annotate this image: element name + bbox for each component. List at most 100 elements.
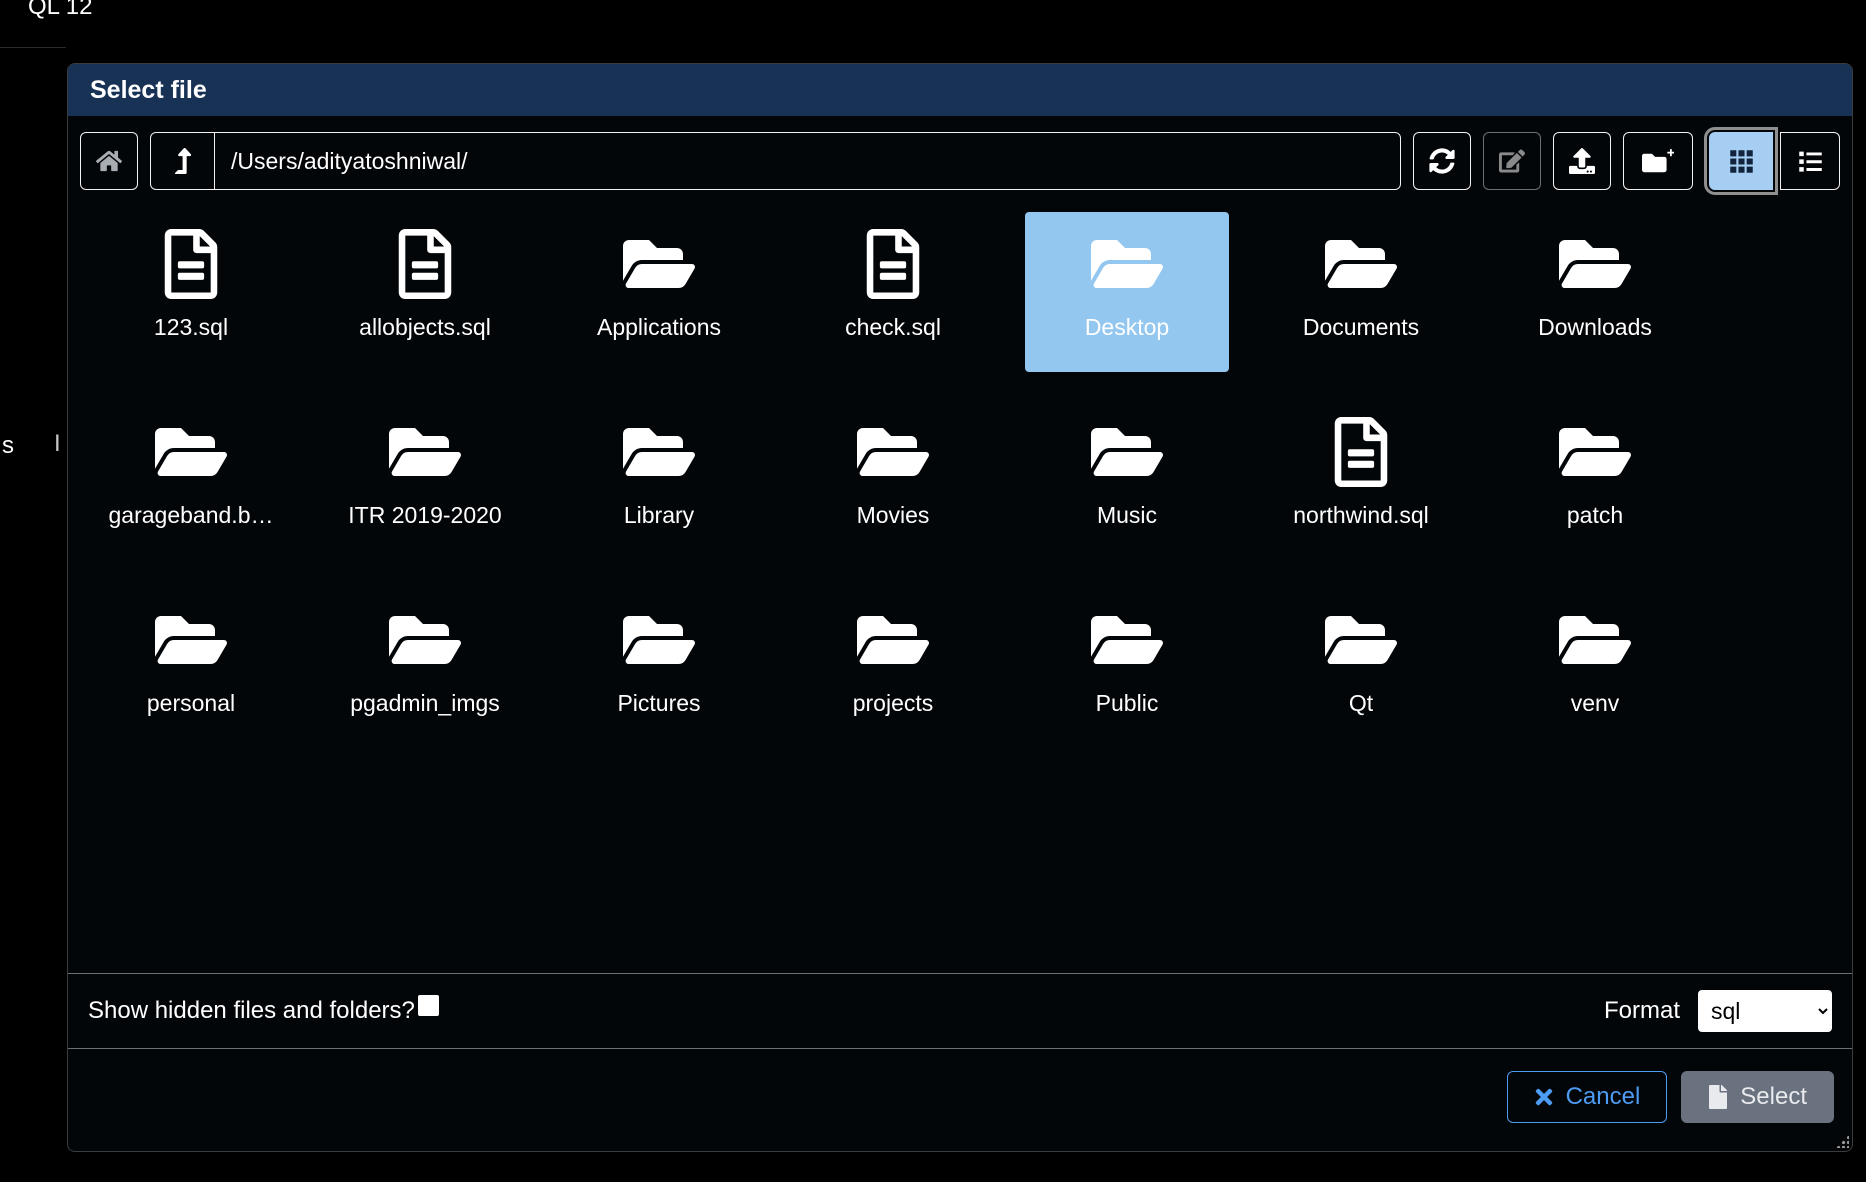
grid-view-button[interactable]	[1709, 132, 1773, 190]
upload-button[interactable]	[1553, 132, 1611, 190]
folder-icon	[1321, 232, 1401, 296]
create-folder-button[interactable]	[1623, 132, 1693, 190]
level-up-icon	[173, 148, 193, 174]
show-hidden-checkbox[interactable]	[418, 995, 439, 1016]
dialog-header: Select file	[68, 64, 1852, 116]
file-item[interactable]: venv	[1493, 588, 1697, 748]
folder-plus-icon	[1642, 148, 1674, 175]
file-item-label: Documents	[1303, 314, 1419, 341]
folder-icon	[853, 420, 933, 484]
rename-button[interactable]	[1483, 132, 1541, 190]
file-item-label: allobjects.sql	[359, 314, 491, 341]
file-item-label: garageband.b…	[109, 502, 274, 529]
home-icon	[96, 148, 122, 174]
file-icon	[398, 229, 452, 299]
path-input[interactable]	[215, 133, 1400, 189]
list-view-icon	[1797, 148, 1824, 175]
file-icon	[1708, 1085, 1728, 1109]
file-item-label: venv	[1571, 690, 1620, 717]
file-icon	[164, 229, 218, 299]
file-item[interactable]: Applications	[557, 212, 761, 372]
upload-icon	[1569, 148, 1595, 174]
dialog-footer: Cancel Select	[68, 1048, 1852, 1151]
file-grid: 123.sql allobjects.sql Applications chec…	[68, 204, 1852, 973]
folder-icon	[1555, 420, 1635, 484]
file-item[interactable]: Music	[1025, 400, 1229, 560]
path-group	[150, 132, 1401, 190]
folder-icon	[151, 608, 231, 672]
file-toolbar	[68, 116, 1852, 204]
file-item-label: Pictures	[617, 690, 700, 717]
file-icon	[1334, 417, 1388, 487]
folder-icon	[853, 608, 933, 672]
folder-icon	[385, 608, 465, 672]
select-button[interactable]: Select	[1681, 1071, 1834, 1123]
file-icon	[866, 229, 920, 299]
file-item-label: 123.sql	[154, 314, 228, 341]
file-item[interactable]: Desktop	[1025, 212, 1229, 372]
file-item-label: projects	[853, 690, 934, 717]
refresh-button[interactable]	[1413, 132, 1471, 190]
format-select[interactable]: sql	[1698, 990, 1832, 1032]
file-item-label: Qt	[1349, 690, 1373, 717]
parent-directory-button[interactable]	[151, 133, 215, 189]
show-hidden-group: Show hidden files and folders?	[88, 997, 439, 1025]
file-item[interactable]: Qt	[1259, 588, 1463, 748]
dialog-title: Select file	[90, 76, 207, 105]
file-item[interactable]: personal	[89, 588, 293, 748]
file-item-label: ITR 2019-2020	[348, 502, 501, 529]
file-item-label: patch	[1567, 502, 1623, 529]
file-item-label: Public	[1096, 690, 1159, 717]
refresh-icon	[1429, 148, 1455, 174]
file-item-label: Library	[624, 502, 694, 529]
file-item-label: Movies	[857, 502, 930, 529]
file-item[interactable]: Documents	[1259, 212, 1463, 372]
file-item[interactable]: Downloads	[1493, 212, 1697, 372]
file-item[interactable]: projects	[791, 588, 995, 748]
show-hidden-label: Show hidden files and folders?	[88, 997, 415, 1025]
file-item[interactable]: allobjects.sql	[323, 212, 527, 372]
options-row: Show hidden files and folders? Format sq…	[68, 973, 1852, 1048]
folder-icon	[619, 608, 699, 672]
file-item[interactable]: 123.sql	[89, 212, 293, 372]
view-toggle	[1709, 132, 1840, 190]
edit-icon	[1499, 148, 1525, 174]
file-item[interactable]: ITR 2019-2020	[323, 400, 527, 560]
folder-icon	[1555, 608, 1635, 672]
grid-view-icon	[1728, 148, 1755, 175]
file-item-label: pgadmin_imgs	[350, 690, 500, 717]
close-icon	[1534, 1085, 1554, 1109]
clipped-background-text: QL 12	[28, 0, 93, 21]
file-item[interactable]: garageband.b…	[89, 400, 293, 560]
file-item[interactable]: Pictures	[557, 588, 761, 748]
folder-icon	[1555, 232, 1635, 296]
file-item[interactable]: Library	[557, 400, 761, 560]
folder-icon	[151, 420, 231, 484]
format-label: Format	[1604, 997, 1680, 1025]
file-item[interactable]: patch	[1493, 400, 1697, 560]
folder-icon	[1321, 608, 1401, 672]
cancel-button[interactable]: Cancel	[1507, 1071, 1668, 1123]
format-group: Format sql	[1604, 990, 1832, 1032]
home-button[interactable]	[80, 132, 138, 190]
file-item[interactable]: check.sql	[791, 212, 995, 372]
clipped-background-fragment: s	[2, 432, 14, 460]
file-item[interactable]: Movies	[791, 400, 995, 560]
file-item[interactable]: northwind.sql	[1259, 400, 1463, 560]
background-divider	[0, 47, 66, 48]
folder-icon	[1087, 420, 1167, 484]
file-item-label: Desktop	[1085, 314, 1169, 341]
file-item-label: Downloads	[1538, 314, 1652, 341]
select-file-dialog: Select file	[67, 63, 1853, 1152]
file-item-label: northwind.sql	[1293, 502, 1429, 529]
folder-icon	[619, 232, 699, 296]
list-view-button[interactable]	[1780, 132, 1840, 190]
file-item-label: personal	[147, 690, 235, 717]
folder-icon	[619, 420, 699, 484]
file-item-label: Applications	[597, 314, 721, 341]
folder-icon	[1087, 232, 1167, 296]
clipped-background-fragment: I	[54, 430, 61, 458]
file-item-label: check.sql	[845, 314, 941, 341]
file-item[interactable]: pgadmin_imgs	[323, 588, 527, 748]
file-item[interactable]: Public	[1025, 588, 1229, 748]
